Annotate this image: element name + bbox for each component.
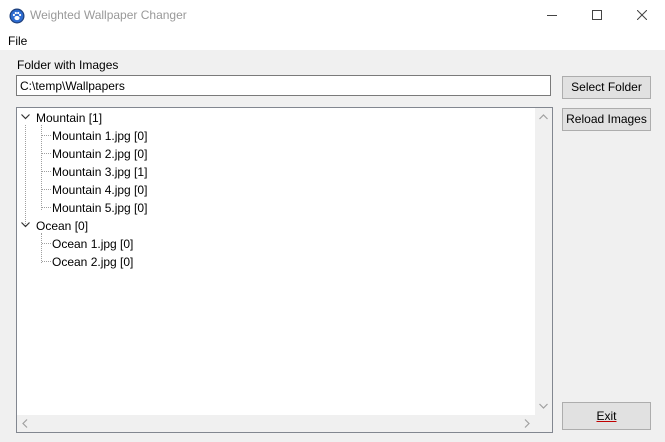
tree-item[interactable]: Ocean 1.jpg [0] bbox=[52, 236, 133, 252]
menu-bar: File bbox=[0, 31, 665, 50]
tree-item[interactable]: Ocean 2.jpg [0] bbox=[52, 254, 133, 270]
close-icon bbox=[637, 10, 647, 20]
chevron-down-icon[interactable] bbox=[21, 114, 30, 120]
tree-connector bbox=[42, 207, 51, 208]
tree-connector bbox=[42, 261, 51, 262]
menu-file[interactable]: File bbox=[8, 34, 27, 48]
scroll-up-icon[interactable] bbox=[539, 114, 548, 120]
app-paw-icon bbox=[9, 8, 25, 24]
tree-item[interactable]: Mountain 1.jpg [0] bbox=[52, 128, 147, 144]
horizontal-scrollbar[interactable] bbox=[17, 415, 535, 432]
tree-connector bbox=[42, 171, 51, 172]
exit-button-label: Exit bbox=[596, 409, 617, 423]
minimize-button[interactable] bbox=[529, 0, 575, 31]
vertical-scrollbar[interactable] bbox=[535, 108, 552, 415]
tree-connector bbox=[42, 189, 51, 190]
tree-connector bbox=[42, 135, 51, 136]
maximize-icon bbox=[592, 10, 602, 20]
tree-group-mountain[interactable]: Mountain [1] bbox=[36, 110, 102, 126]
tree-connector bbox=[41, 233, 42, 263]
scrollbar-corner bbox=[535, 415, 552, 432]
window-title: Weighted Wallpaper Changer bbox=[30, 8, 187, 22]
maximize-button[interactable] bbox=[574, 0, 620, 31]
tree-group-ocean[interactable]: Ocean [0] bbox=[36, 218, 88, 234]
scroll-left-icon[interactable] bbox=[22, 419, 28, 428]
tree-item[interactable]: Mountain 2.jpg [0] bbox=[52, 146, 147, 162]
exit-button[interactable]: Exit bbox=[562, 402, 651, 430]
scroll-down-icon[interactable] bbox=[539, 403, 548, 409]
reload-images-button[interactable]: Reload Images bbox=[562, 108, 651, 131]
select-folder-button[interactable]: Select Folder bbox=[562, 76, 651, 99]
minimize-icon bbox=[547, 15, 557, 16]
tree-item[interactable]: Mountain 4.jpg [0] bbox=[52, 182, 147, 198]
tree-connector bbox=[42, 243, 51, 244]
tree-connector bbox=[42, 153, 51, 154]
folder-label: Folder with Images bbox=[17, 58, 119, 72]
tree-item[interactable]: Mountain 5.jpg [0] bbox=[52, 200, 147, 216]
title-bar: Weighted Wallpaper Changer bbox=[0, 0, 665, 31]
tree-connector bbox=[25, 125, 26, 226]
tree-connector bbox=[41, 125, 42, 210]
image-tree[interactable]: Mountain [1] Mountain 1.jpg [0] Mountain… bbox=[16, 107, 553, 433]
close-button[interactable] bbox=[619, 0, 665, 31]
folder-path-input[interactable] bbox=[16, 75, 551, 96]
chevron-down-icon[interactable] bbox=[21, 222, 30, 228]
tree-item[interactable]: Mountain 3.jpg [1] bbox=[52, 164, 147, 180]
scroll-right-icon[interactable] bbox=[524, 419, 530, 428]
